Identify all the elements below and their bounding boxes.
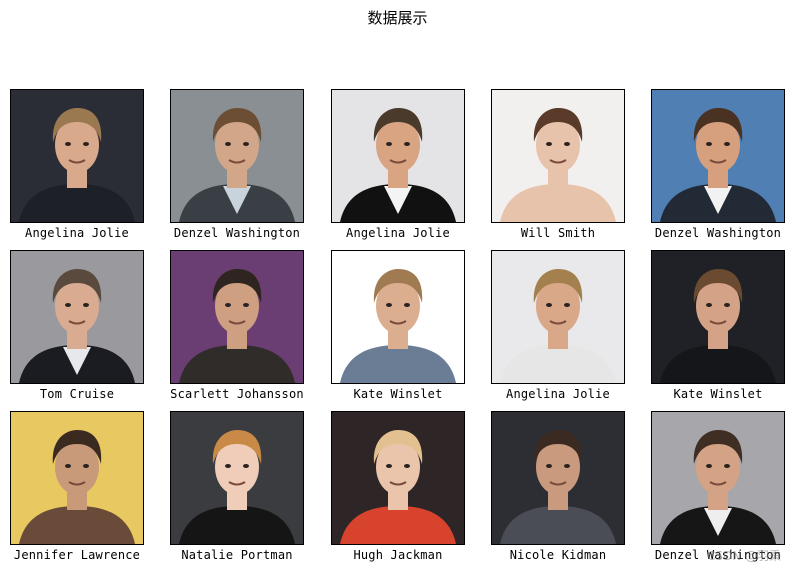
chart-title: 数据展示 bbox=[367, 9, 428, 27]
portrait-right-eye bbox=[564, 142, 570, 146]
grid-cell: Angelina Jolie bbox=[491, 250, 625, 406]
portrait-right-eye bbox=[83, 142, 89, 146]
portrait-svg bbox=[11, 412, 143, 544]
portrait-image bbox=[491, 411, 625, 545]
portrait-caption: Kate Winslet bbox=[673, 387, 763, 401]
portrait-left-eye bbox=[65, 303, 71, 307]
portrait-caption: Hugh Jackman bbox=[353, 548, 443, 562]
portrait-left-eye bbox=[65, 464, 71, 468]
portrait-right-eye bbox=[724, 303, 730, 307]
portrait-svg bbox=[11, 90, 143, 222]
portrait-left-eye bbox=[386, 303, 392, 307]
portrait-caption: Will Smith bbox=[520, 226, 596, 240]
portrait-svg bbox=[492, 412, 624, 544]
portrait-right-eye bbox=[404, 464, 410, 468]
grid-cell: Denzel Washington bbox=[651, 411, 785, 567]
portrait-left-eye bbox=[706, 303, 712, 307]
portrait-left-eye bbox=[546, 303, 552, 307]
grid-cell: Jennifer Lawrence bbox=[10, 411, 144, 567]
grid-cell: Denzel Washington bbox=[170, 89, 304, 245]
portrait-right-eye bbox=[83, 303, 89, 307]
portrait-image bbox=[170, 89, 304, 223]
portrait-image bbox=[491, 89, 625, 223]
portrait-left-eye bbox=[706, 142, 712, 146]
portrait-image bbox=[10, 411, 144, 545]
portrait-right-eye bbox=[724, 464, 730, 468]
grid-cell: Nicole Kidman bbox=[491, 411, 625, 567]
portrait-image bbox=[491, 250, 625, 384]
portrait-right-eye bbox=[404, 303, 410, 307]
portrait-caption: Tom Cruise bbox=[39, 387, 115, 401]
portrait-left-eye bbox=[706, 464, 712, 468]
grid-cell: Scarlett Johansson bbox=[170, 250, 304, 406]
portrait-right-eye bbox=[83, 464, 89, 468]
portrait-image bbox=[170, 250, 304, 384]
portrait-right-eye bbox=[404, 142, 410, 146]
portrait-right-eye bbox=[243, 142, 249, 146]
grid-cell: Will Smith bbox=[491, 89, 625, 245]
portrait-svg bbox=[11, 251, 143, 383]
portrait-image bbox=[331, 250, 465, 384]
portrait-left-eye bbox=[225, 464, 231, 468]
portrait-image bbox=[651, 89, 785, 223]
portrait-svg bbox=[332, 412, 464, 544]
portrait-left-eye bbox=[386, 142, 392, 146]
portrait-caption: Nicole Kidman bbox=[509, 548, 607, 562]
portrait-svg bbox=[652, 90, 784, 222]
portrait-svg bbox=[332, 251, 464, 383]
portrait-svg bbox=[652, 412, 784, 544]
grid-cell: Natalie Portman bbox=[170, 411, 304, 567]
portrait-svg bbox=[171, 412, 303, 544]
grid-cell: Tom Cruise bbox=[10, 250, 144, 406]
grid-cell: Angelina Jolie bbox=[331, 89, 465, 245]
grid-cell: Hugh Jackman bbox=[331, 411, 465, 567]
portrait-left-eye bbox=[546, 464, 552, 468]
portrait-caption: Angelina Jolie bbox=[506, 387, 610, 401]
portrait-right-eye bbox=[724, 142, 730, 146]
portrait-left-eye bbox=[225, 142, 231, 146]
portrait-image bbox=[651, 250, 785, 384]
portrait-svg bbox=[652, 251, 784, 383]
portrait-caption: Denzel Washington bbox=[654, 226, 782, 240]
portrait-image bbox=[170, 411, 304, 545]
portrait-caption: Natalie Portman bbox=[181, 548, 293, 562]
portrait-image bbox=[10, 250, 144, 384]
portrait-caption: Jennifer Lawrence bbox=[13, 548, 141, 562]
portrait-caption: Angelina Jolie bbox=[346, 226, 450, 240]
portrait-right-eye bbox=[564, 464, 570, 468]
portrait-caption: Denzel Washington bbox=[173, 226, 301, 240]
portrait-left-eye bbox=[546, 142, 552, 146]
portrait-image bbox=[651, 411, 785, 545]
portrait-left-eye bbox=[386, 464, 392, 468]
portrait-image bbox=[331, 89, 465, 223]
portrait-svg bbox=[332, 90, 464, 222]
grid-cell: Kate Winslet bbox=[651, 250, 785, 406]
portrait-svg bbox=[492, 251, 624, 383]
portrait-image bbox=[10, 89, 144, 223]
portrait-caption: Angelina Jolie bbox=[25, 226, 129, 240]
grid-cell: Denzel Washington bbox=[651, 89, 785, 245]
portrait-caption: Scarlett Johansson bbox=[170, 387, 304, 401]
grid-cell: Angelina Jolie bbox=[10, 89, 144, 245]
portrait-right-eye bbox=[243, 464, 249, 468]
watermark: CSDN @羽秉 bbox=[706, 549, 781, 563]
portrait-right-eye bbox=[243, 303, 249, 307]
portrait-svg bbox=[171, 251, 303, 383]
portrait-left-eye bbox=[65, 142, 71, 146]
portrait-right-eye bbox=[564, 303, 570, 307]
grid-cell: Kate Winslet bbox=[331, 250, 465, 406]
portrait-svg bbox=[171, 90, 303, 222]
portrait-image bbox=[331, 411, 465, 545]
portrait-caption: Kate Winslet bbox=[353, 387, 443, 401]
portrait-svg bbox=[492, 90, 624, 222]
portrait-left-eye bbox=[225, 303, 231, 307]
